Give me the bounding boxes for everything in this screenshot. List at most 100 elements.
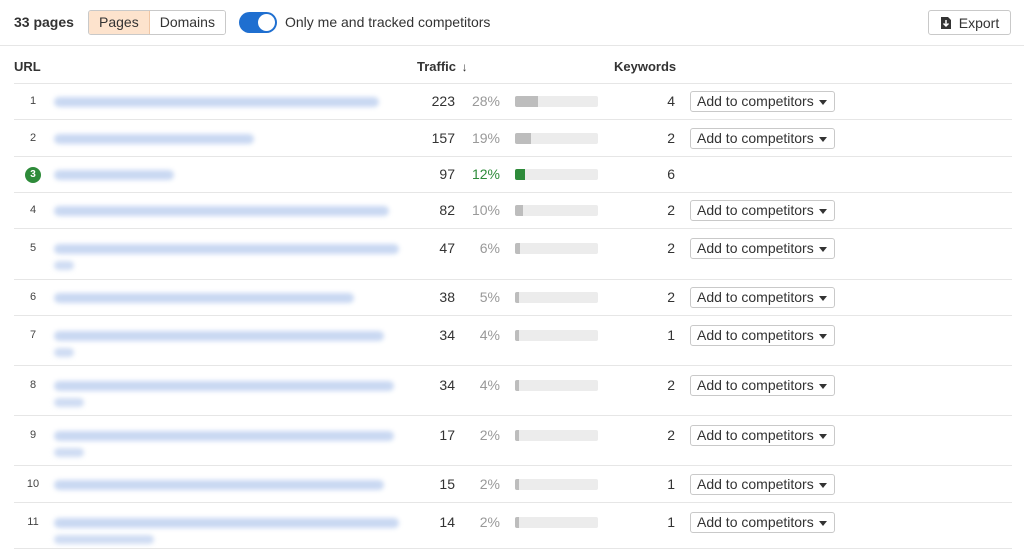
row-number: 4: [29, 204, 37, 216]
traffic-share-bar-fill: [515, 96, 538, 107]
keywords-count: 2: [667, 377, 675, 393]
traffic-share-percent: 12%: [471, 166, 500, 182]
export-button[interactable]: Export: [928, 10, 1011, 35]
row-number: 11: [27, 516, 39, 528]
blurred-url-link[interactable]: [54, 170, 174, 180]
traffic-value: 17: [439, 427, 455, 443]
tab-domains[interactable]: Domains: [149, 11, 225, 34]
add-to-competitors-dropdown[interactable]: Add to competitors: [690, 91, 835, 112]
blurred-url-link-line2[interactable]: [54, 398, 84, 407]
traffic-value: 15: [439, 476, 455, 492]
add-to-competitors-dropdown[interactable]: Add to competitors: [690, 512, 835, 533]
tracked-competitors-toggle[interactable]: [239, 12, 277, 33]
row-number: 1: [29, 95, 37, 107]
traffic-value: 34: [439, 377, 455, 393]
traffic-share-percent: 5%: [479, 289, 500, 305]
caret-down-icon: [819, 137, 827, 142]
table-row: 1 223 28% 4 Add to competitors: [14, 84, 1012, 120]
table-row: 9 17 2% 2 Add to competitors: [14, 416, 1012, 466]
traffic-header-label: Traffic: [417, 59, 457, 74]
toggle-knob: [258, 14, 275, 31]
add-to-competitors-dropdown[interactable]: Add to competitors: [690, 128, 835, 149]
add-to-competitors-dropdown[interactable]: Add to competitors: [690, 375, 835, 396]
traffic-share-bar: [515, 430, 598, 441]
traffic-share-bar-fill: [515, 292, 519, 303]
row-number: 2: [29, 132, 37, 144]
traffic-share-bar-fill: [515, 330, 519, 341]
column-header-traffic[interactable]: Traffic ↓: [417, 59, 468, 74]
traffic-value: 47: [439, 240, 455, 256]
blurred-url-link[interactable]: [54, 331, 384, 341]
blurred-url-link[interactable]: [54, 134, 254, 144]
add-to-competitors-label: Add to competitors: [697, 289, 814, 305]
blurred-url-link-line2[interactable]: [54, 261, 74, 270]
traffic-value: 97: [439, 166, 455, 182]
add-to-competitors-dropdown[interactable]: Add to competitors: [690, 474, 835, 495]
add-to-competitors-label: Add to competitors: [697, 476, 814, 492]
table-row: 8 34 4% 2 Add to competitors: [14, 366, 1012, 416]
blurred-url-link[interactable]: [54, 381, 394, 391]
traffic-share-bar: [515, 330, 598, 341]
add-to-competitors-dropdown[interactable]: Add to competitors: [690, 200, 835, 221]
caret-down-icon: [819, 483, 827, 488]
table-row: 2 157 19% 2 Add to competitors: [14, 120, 1012, 157]
blurred-url-link-line2[interactable]: [54, 348, 74, 357]
blurred-url-link[interactable]: [54, 244, 399, 254]
table-row: 5 47 6% 2 Add to competitors: [14, 229, 1012, 280]
column-header-url[interactable]: URL: [14, 59, 41, 74]
blurred-url-link[interactable]: [54, 293, 354, 303]
traffic-share-bar-fill: [515, 517, 519, 528]
table-row: 10 15 2% 1 Add to competitors: [14, 466, 1012, 503]
traffic-value: 82: [439, 202, 455, 218]
traffic-share-percent: 2%: [479, 476, 500, 492]
blurred-url-link[interactable]: [54, 431, 394, 441]
row-number: 7: [29, 329, 37, 341]
traffic-share-percent: 2%: [479, 427, 500, 443]
blurred-url-link[interactable]: [54, 97, 379, 107]
tab-pages[interactable]: Pages: [89, 11, 150, 34]
keywords-count: 2: [667, 427, 675, 443]
traffic-share-percent: 6%: [479, 240, 500, 256]
traffic-share-bar-fill: [515, 479, 519, 490]
table-row: 4 82 10% 2 Add to competitors: [14, 193, 1012, 229]
blurred-url-link-line2[interactable]: [54, 448, 84, 457]
traffic-share-bar: [515, 205, 598, 216]
add-to-competitors-dropdown[interactable]: Add to competitors: [690, 287, 835, 308]
keywords-count: 2: [667, 240, 675, 256]
traffic-value: 223: [431, 93, 455, 109]
keywords-count: 1: [667, 514, 675, 530]
traffic-share-bar-fill: [515, 430, 519, 441]
blurred-url-link[interactable]: [54, 518, 399, 528]
row-number: 10: [26, 478, 40, 490]
add-to-competitors-label: Add to competitors: [697, 427, 814, 443]
caret-down-icon: [819, 521, 827, 526]
blurred-url-link-line2[interactable]: [54, 535, 154, 544]
add-to-competitors-label: Add to competitors: [697, 240, 814, 256]
add-to-competitors-label: Add to competitors: [697, 327, 814, 343]
traffic-share-percent: 19%: [471, 130, 500, 146]
table-row: 7 34 4% 1 Add to competitors: [14, 316, 1012, 366]
add-to-competitors-label: Add to competitors: [697, 93, 814, 109]
caret-down-icon: [819, 434, 827, 439]
traffic-share-bar-fill: [515, 169, 525, 180]
add-to-competitors-dropdown[interactable]: Add to competitors: [690, 325, 835, 346]
blurred-url-link[interactable]: [54, 480, 384, 490]
add-to-competitors-dropdown[interactable]: Add to competitors: [690, 425, 835, 446]
traffic-value: 34: [439, 327, 455, 343]
keywords-count: 2: [667, 130, 675, 146]
row-number: 5: [29, 242, 37, 254]
traffic-share-bar: [515, 133, 598, 144]
caret-down-icon: [819, 296, 827, 301]
traffic-share-bar: [515, 292, 598, 303]
traffic-share-bar: [515, 380, 598, 391]
traffic-share-bar: [515, 243, 598, 254]
keywords-count: 1: [667, 476, 675, 492]
traffic-share-bar-fill: [515, 243, 520, 254]
sort-descending-icon: ↓: [461, 60, 468, 74]
add-to-competitors-dropdown[interactable]: Add to competitors: [690, 238, 835, 259]
traffic-share-percent: 2%: [479, 514, 500, 530]
caret-down-icon: [819, 247, 827, 252]
column-header-keywords[interactable]: Keywords: [614, 59, 676, 74]
traffic-share-percent: 4%: [479, 377, 500, 393]
blurred-url-link[interactable]: [54, 206, 389, 216]
